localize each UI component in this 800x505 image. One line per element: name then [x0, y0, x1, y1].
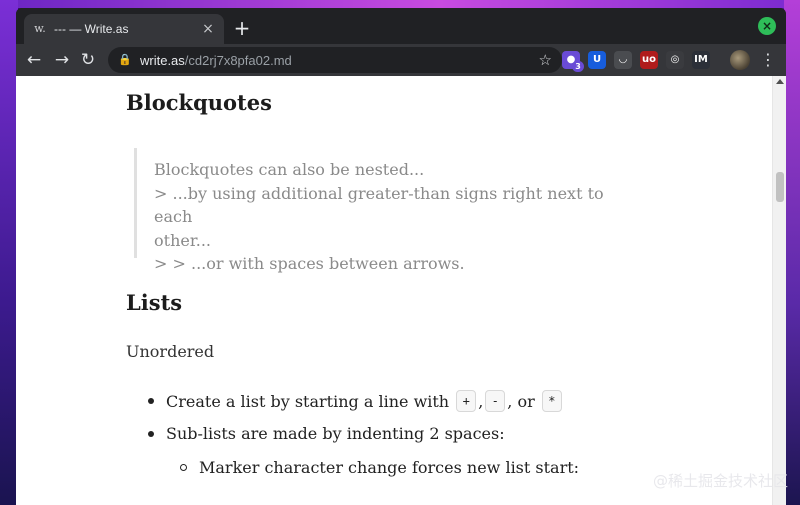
back-icon[interactable]: ← — [22, 48, 46, 72]
stylus-extension-icon[interactable]: IM — [692, 51, 710, 69]
ghostery-extension-icon[interactable]: ◎ — [666, 51, 684, 69]
watermark: @稀土掘金技术社区 — [652, 472, 788, 490]
list-item: Sub-lists are made by indenting 2 spaces… — [148, 424, 505, 443]
desktop-wallpaper-top — [0, 0, 800, 8]
page-viewport: Blockquotes Blockquotes can also be nest… — [16, 76, 786, 505]
list-item-text: Create a list by starting a line with — [166, 391, 450, 411]
bullet-icon — [148, 430, 154, 437]
blockquote: Blockquotes can also be nested... > ...b… — [134, 148, 614, 273]
heading-blockquotes: Blockquotes — [126, 90, 272, 115]
url-host: write.as — [140, 52, 185, 68]
ublock-extension-icon[interactable]: uo — [640, 51, 658, 69]
pocket-extension-icon[interactable]: ◡ — [614, 51, 632, 69]
extension-badge: 3 — [572, 61, 584, 72]
list-item: Create a list by starting a line with +,… — [148, 390, 564, 412]
hollow-bullet-icon — [180, 464, 187, 471]
heading-lists: Lists — [126, 290, 183, 315]
blockquote-line: Blockquotes can also be nested... — [154, 160, 425, 179]
url-path: /cd2rj7x8pfa02.md — [184, 52, 292, 68]
forward-icon[interactable]: → — [50, 48, 74, 72]
code-plus: + — [456, 390, 477, 412]
menu-icon[interactable]: ⋮ — [760, 48, 776, 72]
lock-icon: 🔒 — [118, 53, 132, 66]
address-bar[interactable]: 🔒 write.as/cd2rj7x8pfa02.md ☆ — [108, 47, 562, 73]
profile-avatar[interactable] — [730, 50, 750, 70]
write-as-favicon-icon: w. — [34, 22, 46, 35]
tab-title: --- — Write.as — [54, 22, 129, 36]
tab-close-icon[interactable]: × — [200, 21, 216, 37]
bullet-icon — [148, 398, 154, 404]
bookmark-star-icon[interactable]: ☆ — [539, 51, 552, 69]
bitwarden-extension-icon[interactable]: U — [588, 51, 606, 69]
scroll-thumb[interactable] — [776, 172, 784, 202]
browser-toolbar: ← → ↻ 🔒 write.as/cd2rj7x8pfa02.md ☆ ● 3 U ◡… — [16, 44, 786, 76]
code-minus: - — [485, 390, 506, 412]
tab-strip: w. --- — Write.as × + × — [16, 8, 786, 44]
scroll-up-arrow-icon[interactable] — [776, 79, 784, 84]
blockquote-line: other... — [154, 230, 211, 250]
subheading-unordered: Unordered — [126, 342, 215, 361]
grape-extension-icon[interactable]: ● 3 — [562, 51, 584, 72]
sub-list-item: Marker character change forces new list … — [180, 458, 579, 477]
reload-icon[interactable]: ↻ — [76, 48, 100, 72]
window-close-icon[interactable]: × — [758, 17, 776, 35]
list-item-text: Marker character change forces new list … — [199, 458, 580, 477]
blockquote-line: > > ...or with spaces between arrows. — [154, 254, 465, 273]
list-item-text: Sub-lists are made by indenting 2 spaces… — [166, 424, 505, 443]
desktop-wallpaper-right — [784, 0, 800, 505]
vertical-scrollbar[interactable] — [772, 76, 786, 505]
list-separator: , or — [507, 391, 535, 411]
list-separator: , — [478, 391, 484, 411]
tab-write-as[interactable]: w. --- — Write.as × — [24, 14, 224, 44]
new-tab-icon[interactable]: + — [230, 17, 254, 41]
browser-window: w. --- — Write.as × + × ← → ↻ 🔒 write.as… — [16, 8, 786, 505]
blockquote-line: > ...by using additional greater-than si… — [154, 183, 604, 227]
code-asterisk: * — [541, 390, 562, 412]
